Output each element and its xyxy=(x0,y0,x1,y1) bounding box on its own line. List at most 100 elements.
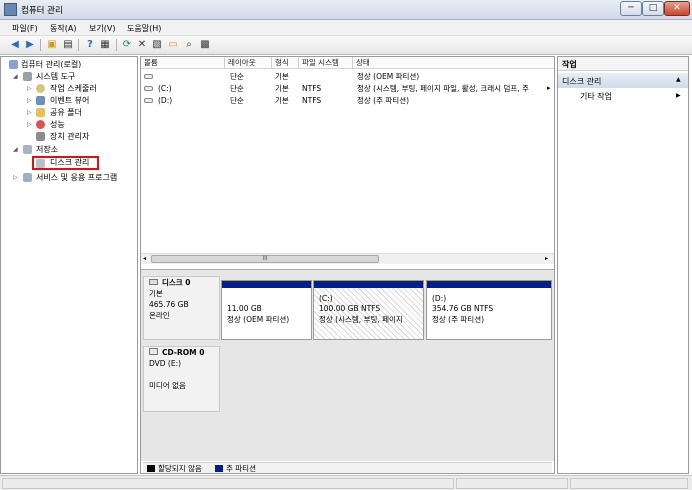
partition-bar xyxy=(427,281,551,288)
tree-label: 작업 스케줄러 xyxy=(50,84,97,93)
tree-label: 저장소 xyxy=(36,145,59,154)
refresh-icon[interactable]: ⟳ xyxy=(120,38,134,52)
show-tree-icon[interactable]: ▤ xyxy=(61,38,75,52)
action-more-actions[interactable]: 기타 작업 ▶ xyxy=(558,91,688,103)
column-header-volume[interactable]: 볼륨 xyxy=(141,57,225,69)
tree-label: 장치 관리자 xyxy=(50,132,90,141)
column-header-status[interactable]: 상태 xyxy=(353,57,554,69)
collapse-up-icon[interactable]: ▲ xyxy=(676,76,681,83)
disk-name: 디스크 0 xyxy=(149,277,219,288)
console-tree: 컴퓨터 관리(로컬) ◢ 시스템 도구 ▷ 작업 스케줄러 ▷ 이벤트 뷰어 ▷… xyxy=(0,56,138,474)
tree-label: 서비스 및 응용 프로그램 xyxy=(36,173,118,182)
cd-drive-icon xyxy=(149,348,158,355)
expand-arrow-icon[interactable]: ▷ xyxy=(27,119,34,130)
volume-status: 정상 (주 파티션) xyxy=(357,96,410,105)
status-segment xyxy=(2,478,454,489)
volume-name: (D:) xyxy=(158,96,173,105)
volume-row[interactable]: (C:) 단순 기본 NTFS 정상 (시스템, 부팅, 페이지 파일, 활성,… xyxy=(141,83,554,94)
status-bar xyxy=(0,475,692,490)
partition-size: 11.00 GB xyxy=(227,304,262,313)
volume-type: 기본 xyxy=(275,72,289,81)
title-bar: 컴퓨터 관리 ─ □ ✕ xyxy=(0,0,692,20)
volume-name: (C:) xyxy=(158,84,172,93)
volume-filesystem: NTFS xyxy=(302,96,322,105)
column-header-filesystem[interactable]: 파일 시스템 xyxy=(299,57,353,69)
volume-row[interactable]: 단순 기본 정상 (OEM 파티션) xyxy=(141,71,554,82)
performance-icon xyxy=(36,120,45,129)
volume-row[interactable]: (D:) 단순 기본 NTFS 정상 (주 파티션) xyxy=(141,95,554,106)
partition-bar xyxy=(222,281,311,288)
menu-file[interactable]: 파일(F) xyxy=(12,23,38,34)
scroll-thumb[interactable]: III xyxy=(151,255,379,263)
partition-label: (C:) xyxy=(319,294,333,303)
menu-view[interactable]: 보기(V) xyxy=(89,23,115,34)
expand-arrow-icon[interactable]: ▷ xyxy=(27,83,34,94)
back-arrow-icon[interactable]: ◀ xyxy=(8,38,22,52)
disk-0-info[interactable]: 디스크 0 기본 465.76 GB 온라인 xyxy=(143,276,220,340)
forward-arrow-icon[interactable]: ▶ xyxy=(23,38,37,52)
cdrom-0-info[interactable]: CD-ROM 0 DVD (E:) 미디어 없음 xyxy=(143,346,220,412)
hard-disk-icon xyxy=(149,279,158,285)
action-group-disk-management[interactable]: 디스크 관리 ▲ xyxy=(558,73,688,88)
volume-layout: 단순 xyxy=(230,96,244,105)
disk-size: 465.76 GB xyxy=(149,300,189,309)
volume-filesystem: NTFS xyxy=(302,84,322,93)
close-button[interactable]: ✕ xyxy=(664,1,690,16)
volume-icon xyxy=(144,86,153,91)
tree-label: 컴퓨터 관리(로컬) xyxy=(21,60,82,69)
collapse-arrow-icon[interactable]: ◢ xyxy=(13,71,20,82)
disk-name-label: CD-ROM 0 xyxy=(162,348,205,357)
disk-settings-icon[interactable]: ▩ xyxy=(198,38,212,52)
window-title: 컴퓨터 관리 xyxy=(21,6,63,16)
menu-help[interactable]: 도움말(H) xyxy=(127,23,161,34)
delete-icon[interactable]: ✕ xyxy=(135,38,149,52)
partition-d[interactable]: (D:) 354.76 GB NTFS 정상 (주 파티션) xyxy=(426,280,552,340)
tree-item-disk-management[interactable]: 디스크 관리 xyxy=(32,156,99,170)
toolbar-separator xyxy=(40,39,41,51)
legend-unallocated-label: 할당되지 않음 xyxy=(158,464,202,473)
partition-status: 정상 (OEM 파티션) xyxy=(227,315,290,324)
computer-icon xyxy=(9,60,18,69)
disk-management-icon xyxy=(36,159,45,168)
toolbar: ◀ ▶ ▣ ▤ ? ▦ ⟳ ✕ ▧ ▭ ⌕ ▩ xyxy=(0,36,692,55)
search-icon[interactable]: ⌕ xyxy=(182,38,196,52)
status-segment xyxy=(570,478,688,489)
scroll-right-arrow-icon[interactable]: ▸ xyxy=(545,255,548,262)
horizontal-scrollbar[interactable]: ◂ III ▸ xyxy=(141,253,554,264)
disk-graphical-view: 디스크 0 기본 465.76 GB 온라인 11.00 GB 정상 (OEM … xyxy=(141,269,554,461)
disk-kind: 기본 xyxy=(149,289,163,298)
partition-size: 354.76 GB NTFS xyxy=(432,304,494,313)
partition-c[interactable]: (C:) 100.00 GB NTFS 정상 (시스템, 부팅, 페이지 xyxy=(313,280,424,340)
minimize-button[interactable]: ─ xyxy=(620,1,642,16)
computer-management-icon xyxy=(4,3,17,16)
volume-type: 기본 xyxy=(275,96,289,105)
shared-folder-icon xyxy=(36,108,45,117)
expand-arrow-icon[interactable]: ▷ xyxy=(27,95,34,106)
volume-status: 정상 (OEM 파티션) xyxy=(357,72,420,81)
help-icon[interactable]: ? xyxy=(83,38,97,52)
volume-layout: 단순 xyxy=(230,72,244,81)
partition-size: 100.00 GB NTFS xyxy=(319,304,381,313)
volume-icon xyxy=(144,74,153,79)
properties-icon[interactable]: ▧ xyxy=(150,38,164,52)
menu-bar: 파일(F) 동작(A) 보기(V) 도움말(H) xyxy=(0,20,692,36)
menu-action[interactable]: 동작(A) xyxy=(50,23,76,34)
tree-label: 시스템 도구 xyxy=(36,72,76,81)
device-manager-icon xyxy=(36,132,45,141)
toolbar-separator xyxy=(78,39,79,51)
up-folder-icon[interactable]: ▣ xyxy=(45,38,59,52)
expand-arrow-icon[interactable]: ▷ xyxy=(27,107,34,118)
tools-icon xyxy=(23,72,32,81)
tree-label: 성능 xyxy=(50,120,65,129)
expand-arrow-icon[interactable]: ▷ xyxy=(13,172,20,183)
open-icon[interactable]: ▭ xyxy=(166,38,180,52)
maximize-button[interactable]: □ xyxy=(642,1,664,16)
partition-oem[interactable]: 11.00 GB 정상 (OEM 파티션) xyxy=(221,280,312,340)
console-tree-icon[interactable]: ▦ xyxy=(98,38,112,52)
volume-layout: 단순 xyxy=(230,84,244,93)
column-header-layout[interactable]: 레이아웃 xyxy=(225,57,272,69)
disk-state: 온라인 xyxy=(149,311,170,320)
collapse-arrow-icon[interactable]: ◢ xyxy=(13,144,20,155)
column-header-type[interactable]: 형식 xyxy=(272,57,299,69)
scroll-left-arrow-icon[interactable]: ◂ xyxy=(143,255,146,262)
